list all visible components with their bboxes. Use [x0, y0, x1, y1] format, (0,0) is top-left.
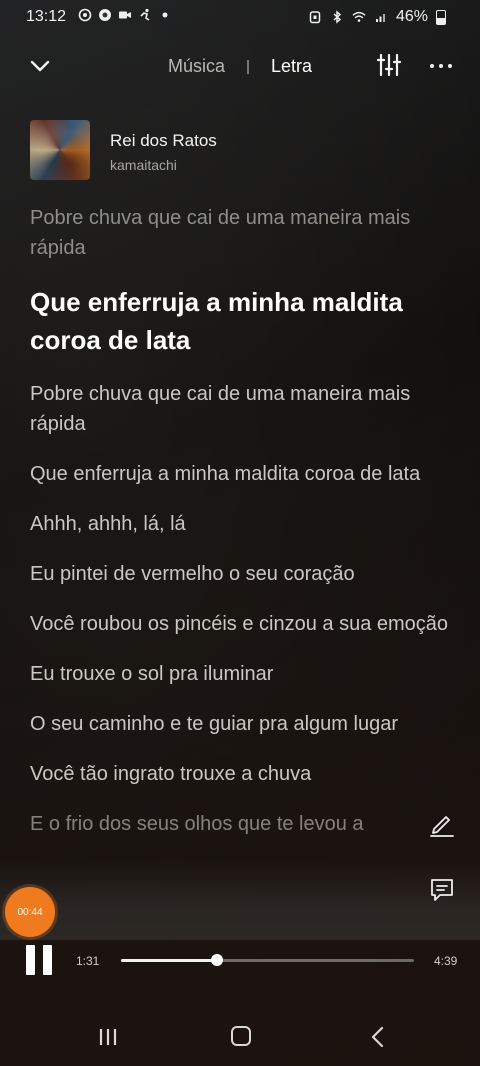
- edit-pen-icon[interactable]: [428, 810, 456, 838]
- camera-icon: [99, 9, 111, 21]
- pause-button[interactable]: [26, 945, 54, 975]
- comment-icon[interactable]: [428, 876, 456, 904]
- view-tabs: Música Letra: [168, 56, 312, 77]
- song-artist[interactable]: kamaitachi: [110, 157, 177, 173]
- bluetooth-icon: [333, 10, 342, 24]
- whatsapp-icon: [78, 8, 92, 22]
- tab-music[interactable]: Música: [168, 56, 225, 77]
- accessibility-icon: [140, 8, 150, 21]
- current-time: 1:31: [76, 954, 100, 968]
- lyric-line[interactable]: Pobre chuva que cai de uma maneira mais …: [30, 379, 455, 439]
- recent-apps-icon[interactable]: [98, 1028, 118, 1046]
- dot-icon: [162, 12, 168, 18]
- lyric-line-active[interactable]: Que enferruja a minha maldita coroa de l…: [30, 283, 455, 359]
- lyric-line[interactable]: Você roubou os pincéis e cinzou a sua em…: [30, 609, 455, 639]
- pause-icon-bar: [43, 945, 52, 975]
- video-icon: [119, 11, 131, 19]
- tab-lyrics[interactable]: Letra: [271, 56, 312, 77]
- lyrics-container[interactable]: Pobre chuva que cai de uma maneira mais …: [30, 203, 455, 859]
- wifi-icon: [352, 11, 366, 22]
- album-cover[interactable]: [30, 120, 90, 180]
- floating-timer-text: 00:44: [17, 906, 43, 918]
- lyric-line[interactable]: Eu pintei de vermelho o seu coração: [30, 559, 455, 589]
- tab-divider: [247, 59, 250, 74]
- progress-thumb[interactable]: [210, 954, 223, 966]
- pause-icon: [26, 945, 35, 975]
- back-icon[interactable]: [368, 1026, 388, 1048]
- lyric-line[interactable]: Você tão ingrato trouxe a chuva: [30, 759, 455, 789]
- lyric-line[interactable]: Que enferruja a minha maldita coroa de l…: [30, 459, 455, 489]
- lyric-line[interactable]: O seu caminho e te guiar pra algum lugar: [30, 709, 455, 739]
- battery-percent: 46%: [395, 8, 428, 25]
- lyric-line[interactable]: Pobre chuva que cai de uma maneira mais …: [30, 203, 455, 263]
- player-top-bar: Música Letra: [0, 44, 480, 88]
- alarm-icon: [309, 11, 321, 24]
- chevron-down-icon[interactable]: [28, 54, 52, 78]
- status-bar: 13:12 46%: [0, 0, 480, 36]
- lyrics-fade: [0, 860, 480, 940]
- equalizer-icon[interactable]: [376, 52, 402, 78]
- lyric-line[interactable]: E o frio dos seus olhos que te levou a: [30, 809, 455, 839]
- system-nav-bar: [0, 1008, 480, 1066]
- lyric-line[interactable]: Eu trouxe o sol pra iluminar: [30, 659, 455, 689]
- home-icon[interactable]: [231, 1026, 251, 1046]
- system-icons: 46%: [308, 8, 446, 26]
- floating-timer-bubble[interactable]: 00:44: [5, 887, 55, 937]
- lyric-line[interactable]: Ahhh, ahhh, lá, lá: [30, 509, 455, 539]
- notification-icons: [78, 8, 172, 22]
- progress-slider[interactable]: [121, 954, 414, 966]
- battery-icon: [436, 9, 446, 25]
- total-time: 4:39: [434, 954, 458, 968]
- more-options-icon[interactable]: [428, 54, 454, 78]
- progress-fill: [121, 959, 217, 962]
- signal-icon: [375, 14, 385, 22]
- song-title: Rei dos Ratos: [110, 131, 217, 150]
- status-time: 13:12: [26, 8, 67, 25]
